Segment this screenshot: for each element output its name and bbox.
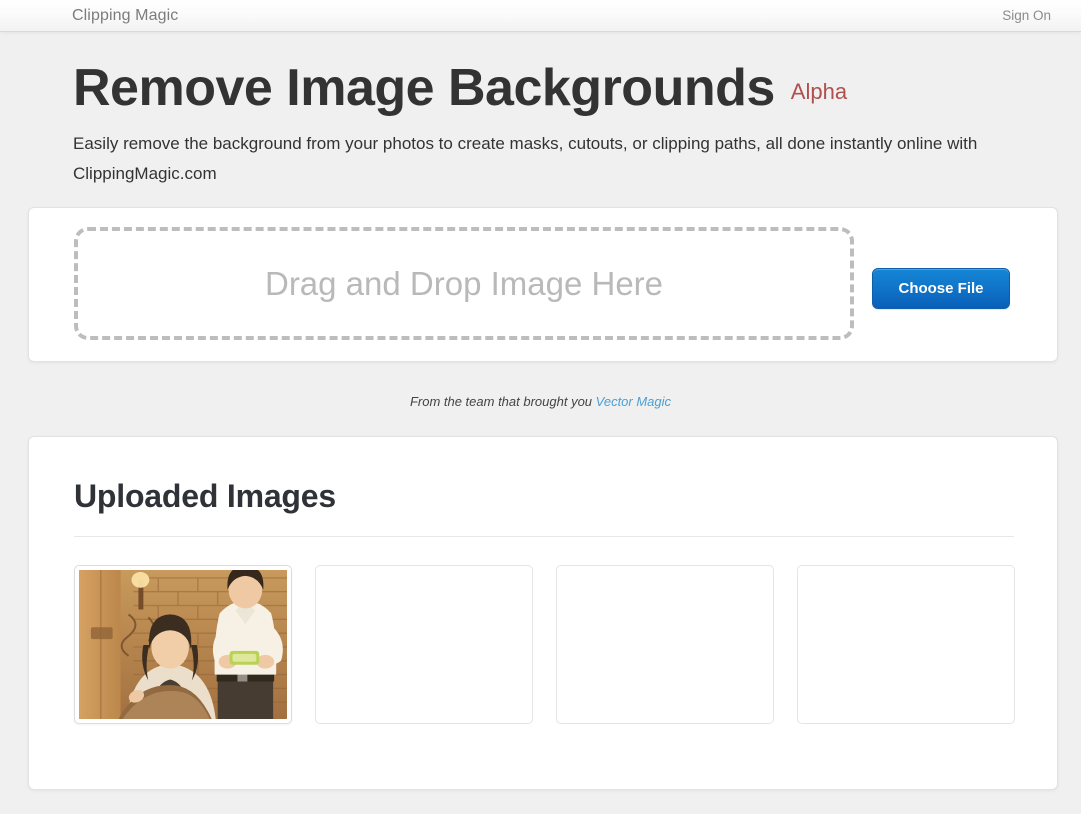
team-tagline: From the team that brought you Vector Ma… <box>0 393 1081 411</box>
gallery-divider <box>74 536 1014 537</box>
dropzone-label: Drag and Drop Image Here <box>265 264 663 304</box>
empty-thumbnail-slot[interactable] <box>797 565 1015 724</box>
sign-on-link[interactable]: Sign On <box>1002 7 1051 25</box>
thumbnail-photo <box>79 570 287 719</box>
tagline-prefix: From the team that brought you <box>410 394 596 409</box>
photo-illustration <box>79 570 287 719</box>
choose-file-button[interactable]: Choose File <box>872 268 1010 309</box>
alpha-badge: Alpha <box>791 79 847 105</box>
page-title: Remove Image Backgrounds <box>73 58 775 118</box>
uploaded-images-card: Uploaded Images <box>28 436 1058 790</box>
empty-thumbnail-slot[interactable] <box>556 565 774 724</box>
dropzone[interactable]: Drag and Drop Image Here <box>74 227 854 340</box>
vector-magic-link[interactable]: Vector Magic <box>596 394 671 409</box>
hero-section: Remove Image Backgrounds Alpha Easily rem… <box>73 58 1033 189</box>
upload-card: Drag and Drop Image Here Choose File <box>28 207 1058 362</box>
page-subtitle: Easily remove the background from your p… <box>73 129 1013 189</box>
empty-thumbnail-slot[interactable] <box>315 565 533 724</box>
brand-logo[interactable]: Clipping Magic <box>72 6 178 26</box>
gallery-title: Uploaded Images <box>74 477 336 515</box>
thumbnail-row <box>74 565 1024 724</box>
top-navbar: Clipping Magic Sign On <box>0 0 1081 32</box>
uploaded-image-thumbnail[interactable] <box>74 565 292 724</box>
